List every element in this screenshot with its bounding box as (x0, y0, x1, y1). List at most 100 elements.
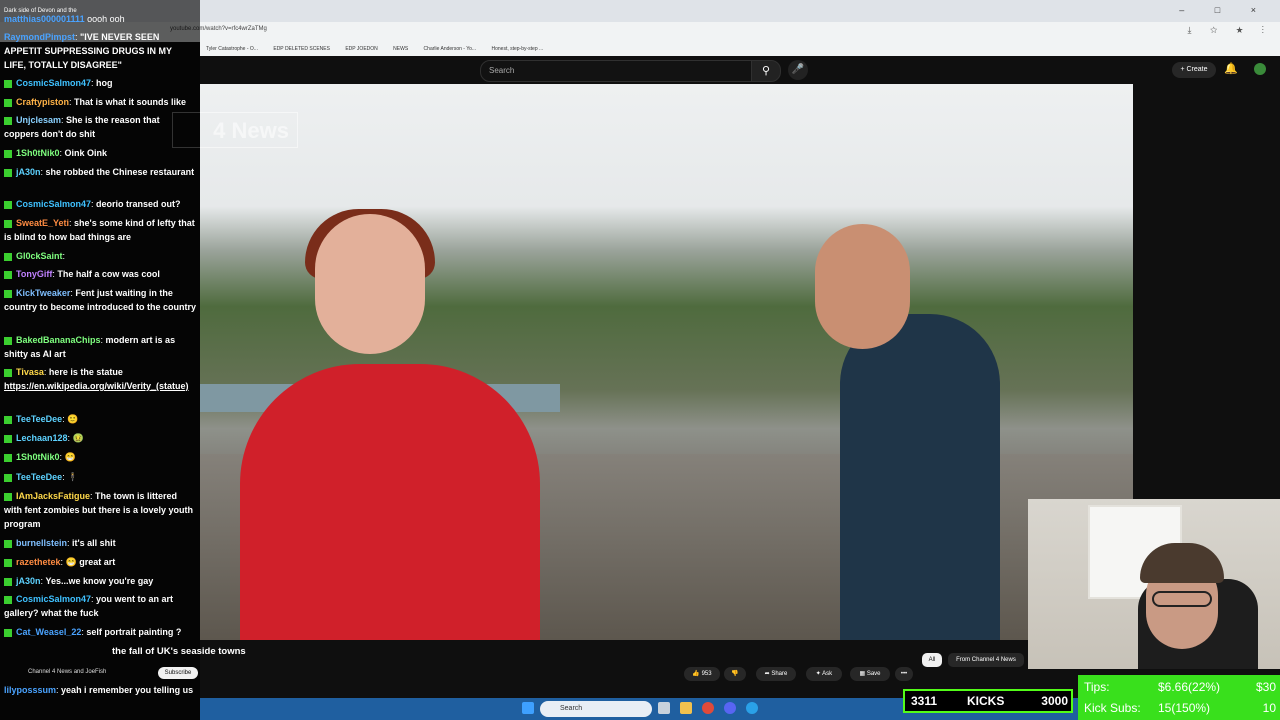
minimize-icon[interactable]: – (1179, 5, 1198, 15)
badge-icon (4, 539, 12, 548)
badge-icon (4, 79, 12, 88)
save-button[interactable]: ▦ Save (850, 667, 890, 681)
like-button[interactable]: 👍 953 (684, 667, 720, 681)
taskbar-search[interactable]: Search (540, 701, 652, 717)
badge-icon (4, 595, 12, 604)
bookmark-item[interactable]: EDP DELETED SCENES (273, 46, 330, 52)
starred-icon[interactable]: ★ (1236, 25, 1251, 35)
search-icon[interactable]: ⚲ (751, 60, 781, 82)
tips-subs-widget: Tips: $6.66(22%) $30 Kick Subs: 15(150%) 10 (1078, 675, 1280, 720)
microphone-icon[interactable]: 🎤 (788, 60, 808, 80)
dislike-button[interactable]: 👎 (724, 667, 746, 681)
chat-message: lilyposssum: yeah i remember you telling… (4, 685, 194, 695)
chat-overlay: Dark side of Devon and the matthias00000… (0, 0, 200, 720)
share-icon: ➦ (764, 671, 770, 677)
chat-message: Cat_Weasel_22: self portrait painting ? (4, 625, 196, 639)
notification-bell-icon[interactable]: 🔔 (1224, 62, 1238, 75)
chat-message: TeeTeeDee: 🙂 (4, 412, 196, 426)
bookmark-star-icon[interactable]: ☆ (1210, 25, 1225, 35)
youtube-search-input[interactable]: Search (480, 60, 752, 82)
chat-message: Craftypiston: That is what it sounds lik… (4, 95, 196, 109)
chip-all[interactable]: All (922, 653, 942, 667)
badge-icon (4, 415, 12, 424)
badge-icon (4, 168, 12, 177)
video-scene-man-head (815, 224, 910, 349)
bookmark-item[interactable]: EDP JOEDON (345, 46, 377, 52)
chat-message: matthias000001111 oooh ooh (4, 14, 125, 24)
chat-message: CosmicSalmon47: you went to an art galle… (4, 594, 174, 618)
discord-icon[interactable] (724, 702, 736, 714)
video-scene-man-body (840, 314, 1000, 640)
badge-icon (4, 453, 12, 462)
kicks-label: KICKS (967, 694, 1005, 708)
close-icon[interactable]: × (1251, 5, 1270, 15)
chat-message: BakedBananaChips: modern art is as shitt… (4, 335, 176, 359)
chat-message: CosmicSalmon47: hog (4, 76, 196, 90)
video-scene-woman-body (240, 364, 540, 640)
badge-icon (4, 473, 12, 482)
maximize-icon[interactable]: □ (1215, 5, 1234, 15)
subscribe-button[interactable]: Subscribe (158, 667, 198, 679)
browser-toolbar-icons: ⤓ ☆ ★ ⋮ (1188, 25, 1272, 36)
chat-message: 1Sh0tNik0: Oink Oink (4, 146, 196, 160)
badge-icon (4, 98, 12, 107)
badge-icon (4, 492, 12, 501)
chip-from-channel[interactable]: From Channel 4 News (948, 653, 1024, 667)
emote-icon: 🙂 (67, 414, 79, 424)
chat-message: Lechaan128: 🤢 (4, 431, 196, 445)
badge-icon (4, 270, 12, 279)
avatar[interactable] (1254, 63, 1266, 75)
streamer-webcam (1028, 499, 1280, 669)
chat-message: TonyGiff: The half a cow was cool (4, 267, 196, 281)
window-controls[interactable]: – □ × (1179, 5, 1270, 15)
badge-icon (4, 368, 12, 377)
search-placeholder: Search (489, 66, 515, 75)
chat-message: burnellstein: it's all shit (4, 536, 196, 550)
video-scene-woman-head (315, 214, 425, 354)
badge-icon (4, 252, 12, 261)
menu-dots-icon[interactable]: ⋮ (1262, 25, 1272, 35)
download-icon[interactable]: ⤓ (1188, 25, 1200, 35)
file-explorer-icon[interactable] (680, 702, 692, 714)
channel-name[interactable]: Channel 4 News and JoeFish (28, 669, 106, 675)
bookmark-item[interactable]: Charlie Anderson - Yo... (424, 46, 477, 52)
emote-icon: 😁 (65, 557, 77, 567)
video-player[interactable] (200, 84, 1133, 640)
emote-icon: 😁 (64, 452, 76, 462)
chat-message: 1Sh0tNik0: 😁 (4, 450, 196, 464)
chat-message: RaymondPimpst: "IVE NEVER SEEN APPETIT S… (4, 32, 172, 70)
chat-message: Gl0ckSaint: (4, 249, 196, 263)
app-icon[interactable] (746, 702, 758, 714)
kicks-goal: 3000 (1041, 694, 1068, 708)
bookmark-item[interactable]: NEWS (393, 46, 408, 52)
kicks-goal-widget: 3311 KICKS 3000 (903, 689, 1073, 713)
chat-message: CosmicSalmon47: deorio transed out? (4, 197, 196, 211)
ask-button[interactable]: ✦ Ask (806, 667, 842, 681)
create-button[interactable]: + Create (1172, 62, 1216, 78)
emote-icon: 🤢 (72, 433, 84, 443)
thumbs-up-icon: 👍 (692, 671, 700, 677)
bookmark-item[interactable]: Honest, step-by-step ... (491, 46, 543, 52)
more-actions-button[interactable]: ••• (895, 667, 913, 681)
chat-message: IAmJacksFatigue: The town is littered wi… (4, 491, 194, 529)
chat-link[interactable]: https://en.wikipedia.org/wiki/Verity_(st… (4, 379, 196, 393)
badge-icon (4, 116, 12, 125)
windows-start-icon[interactable] (522, 702, 534, 714)
badge-icon (4, 336, 12, 345)
thumbs-down-icon: 👎 (731, 671, 739, 677)
badge-icon (4, 628, 12, 637)
bookmark-item[interactable]: Tyler Catastrophe - O... (206, 46, 258, 52)
badge-icon (4, 434, 12, 443)
chat-message: razethetek: 😁 great art (4, 555, 196, 569)
share-button[interactable]: ➦ Share (756, 667, 796, 681)
badge-icon (4, 289, 12, 298)
chrome-icon[interactable] (702, 702, 714, 714)
chat-message: KickTweaker: Fent just waiting in the co… (4, 288, 197, 312)
badge-icon (4, 200, 12, 209)
kicks-count: 3311 (911, 694, 938, 708)
badge-icon (4, 219, 12, 228)
save-icon: ▦ (859, 671, 866, 677)
sparkle-icon: ✦ (815, 671, 821, 677)
webcam-glasses (1152, 591, 1212, 607)
task-view-icon[interactable] (658, 702, 670, 714)
